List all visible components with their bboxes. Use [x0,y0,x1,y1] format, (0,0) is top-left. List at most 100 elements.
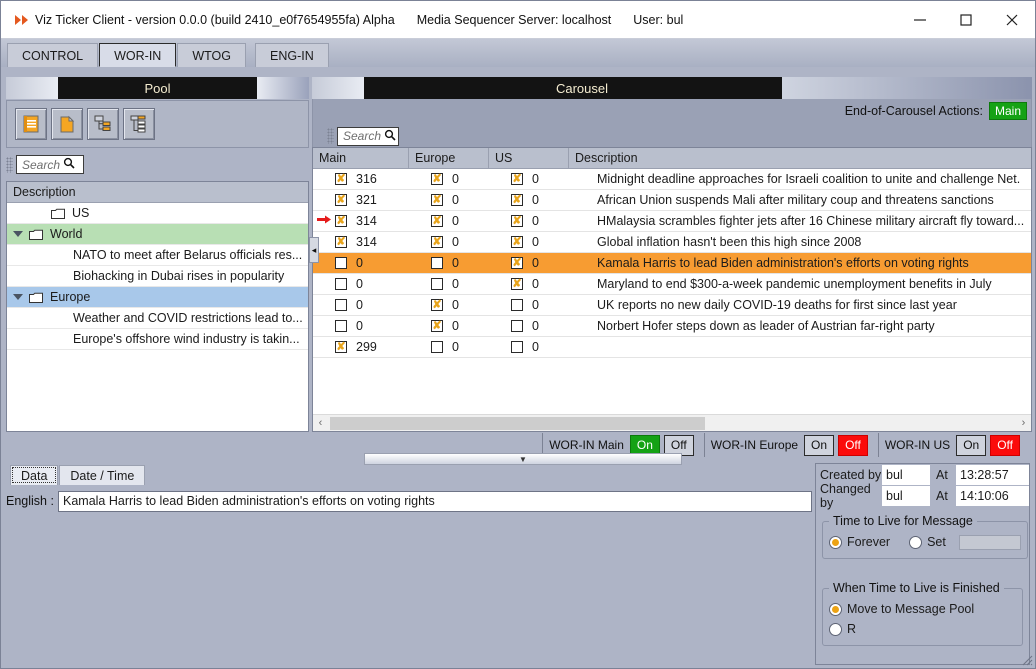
cell-us[interactable]: ✘ 0 [511,193,591,207]
cell-main[interactable]: ✘ 321 [335,193,431,207]
table-row[interactable]: ✘ 316 ✘ 0 ✘ 0 Midnight deadline approach… [313,169,1031,190]
checkbox-us[interactable]: ✘ [511,278,523,290]
carousel-grid[interactable]: Main Europe US Description ✘ 316 ✘ 0 ✘ 0 [312,147,1032,432]
tab-date-time[interactable]: Date / Time [59,465,146,485]
maximize-button[interactable] [943,1,989,38]
cell-main[interactable]: ✘ 299 [335,340,431,354]
checkbox-europe[interactable]: ✘ [431,320,443,332]
new-group-icon[interactable] [87,108,119,140]
table-row[interactable]: ✘ 314 ✘ 0 ✘ 0 Global inflation hasn't be… [313,232,1031,253]
checkbox-europe[interactable] [431,278,443,290]
checkbox-us[interactable] [511,341,523,353]
scroll-left-icon[interactable]: ‹ [313,417,328,429]
europe-on-button[interactable]: On [804,434,835,456]
new-message-icon[interactable] [15,108,47,140]
tree-item-biohacking[interactable]: Biohacking in Dubai rises in popularity [7,266,308,287]
us-on-button[interactable]: On [956,434,987,456]
cell-us[interactable]: 0 [511,340,591,354]
end-of-carousel-value-badge[interactable]: Main [988,102,1027,120]
column-header-description[interactable]: Description [569,148,1031,168]
checkbox-main[interactable] [335,257,347,269]
scrollbar-thumb[interactable] [330,416,705,430]
cell-main[interactable]: 0 [335,256,431,270]
checkbox-europe[interactable]: ✘ [431,215,443,227]
column-header-europe[interactable]: Europe [409,148,489,168]
tree-item-world[interactable]: World [7,224,308,245]
minimize-button[interactable] [897,1,943,38]
tree-expand-toggle-world[interactable] [7,231,29,237]
checkbox-us[interactable]: ✘ [511,236,523,248]
checkbox-us[interactable]: ✘ [511,173,523,185]
tree-item-weather[interactable]: Weather and COVID restrictions lead to..… [7,308,308,329]
pool-search-input[interactable]: Search [16,155,84,174]
checkbox-us[interactable]: ✘ [511,194,523,206]
tree-item-us[interactable]: US [7,203,308,224]
table-row[interactable]: 0 0 ✘ 0 Maryland to end $300-a-week pand… [313,274,1031,295]
new-page-icon[interactable] [51,108,83,140]
cell-us[interactable]: ✘ 0 [511,235,591,249]
cell-us[interactable]: ✘ 0 [511,277,591,291]
cell-us[interactable]: ✘ 0 [511,256,591,270]
tree-item-nato[interactable]: NATO to meet after Belarus officials res… [7,245,308,266]
cell-europe[interactable]: ✘ 0 [431,319,511,333]
checkbox-us[interactable]: ✘ [511,257,523,269]
cell-main[interactable]: 0 [335,319,431,333]
carousel-horizontal-scrollbar[interactable]: ‹ › [313,414,1031,431]
checkbox-europe[interactable]: ✘ [431,194,443,206]
checkbox-main[interactable] [335,299,347,311]
checkbox-main[interactable] [335,278,347,290]
checkbox-main[interactable]: ✘ [335,215,347,227]
tab-control[interactable]: CONTROL [7,43,99,67]
close-button[interactable] [989,1,1035,38]
cell-europe[interactable]: 0 [431,340,511,354]
column-header-main[interactable]: Main [313,148,409,168]
cell-europe[interactable]: 0 [431,277,511,291]
cell-main[interactable]: ✘ 314 [335,235,431,249]
tree-item-europe[interactable]: Europe [7,287,308,308]
cell-us[interactable]: 0 [511,298,591,312]
cell-europe[interactable]: 0 [431,256,511,270]
english-text-input[interactable]: Kamala Harris to lead Biden administrati… [58,490,812,512]
tab-eng-in[interactable]: ENG-IN [255,43,329,67]
table-row[interactable]: ✘ 299 0 0 [313,337,1031,358]
cell-main[interactable]: 0 [335,298,431,312]
europe-off-button[interactable]: Off [838,434,868,456]
checkbox-us[interactable] [511,320,523,332]
resize-grip-icon[interactable] [1019,652,1033,666]
table-row[interactable]: ✘ 314 ✘ 0 ✘ 0 HMalaysia scrambles fighte… [313,211,1031,232]
table-row[interactable]: 0 ✘ 0 0 Norbert Hofer steps down as lead… [313,316,1031,337]
checkbox-main[interactable]: ✘ [335,236,347,248]
radio-set[interactable] [909,535,923,549]
checkbox-europe[interactable]: ✘ [431,173,443,185]
tab-wtog[interactable]: WTOG [177,43,246,67]
checkbox-main[interactable] [335,320,347,332]
checkbox-europe[interactable] [431,257,443,269]
cell-europe[interactable]: ✘ 0 [431,193,511,207]
cell-europe[interactable]: ✘ 0 [431,298,511,312]
radio-move-to-message-pool[interactable] [829,602,842,616]
us-off-button[interactable]: Off [990,434,1020,456]
checkbox-europe[interactable]: ✘ [431,236,443,248]
tab-data[interactable]: Data [10,465,59,485]
tab-wor-in[interactable]: WOR-IN [99,43,177,67]
table-row[interactable]: ✘ 321 ✘ 0 ✘ 0 African Union suspends Mal… [313,190,1031,211]
cell-europe[interactable]: ✘ 0 [431,214,511,228]
cell-us[interactable]: 0 [511,319,591,333]
carousel-search-input[interactable]: Search [337,126,399,146]
pool-tree[interactable]: Description US World NATO to meet after … [6,181,309,432]
new-subgroup-icon[interactable] [123,108,155,140]
cell-main[interactable]: ✘ 314 [335,214,431,228]
pool-search-grip-icon[interactable] [6,156,13,173]
checkbox-us[interactable] [511,299,523,311]
cell-europe[interactable]: ✘ 0 [431,172,511,186]
cell-us[interactable]: ✘ 0 [511,172,591,186]
carousel-search-grip-icon[interactable] [327,128,334,144]
checkbox-europe[interactable] [431,341,443,353]
column-header-us[interactable]: US [489,148,569,168]
checkbox-main[interactable]: ✘ [335,341,347,353]
tree-expand-toggle-europe[interactable] [7,294,29,300]
table-row[interactable]: 0 ✘ 0 0 UK reports no new daily COVID-19… [313,295,1031,316]
radio-second-option[interactable] [829,622,842,636]
checkbox-us[interactable]: ✘ [511,215,523,227]
cell-us[interactable]: ✘ 0 [511,214,591,228]
